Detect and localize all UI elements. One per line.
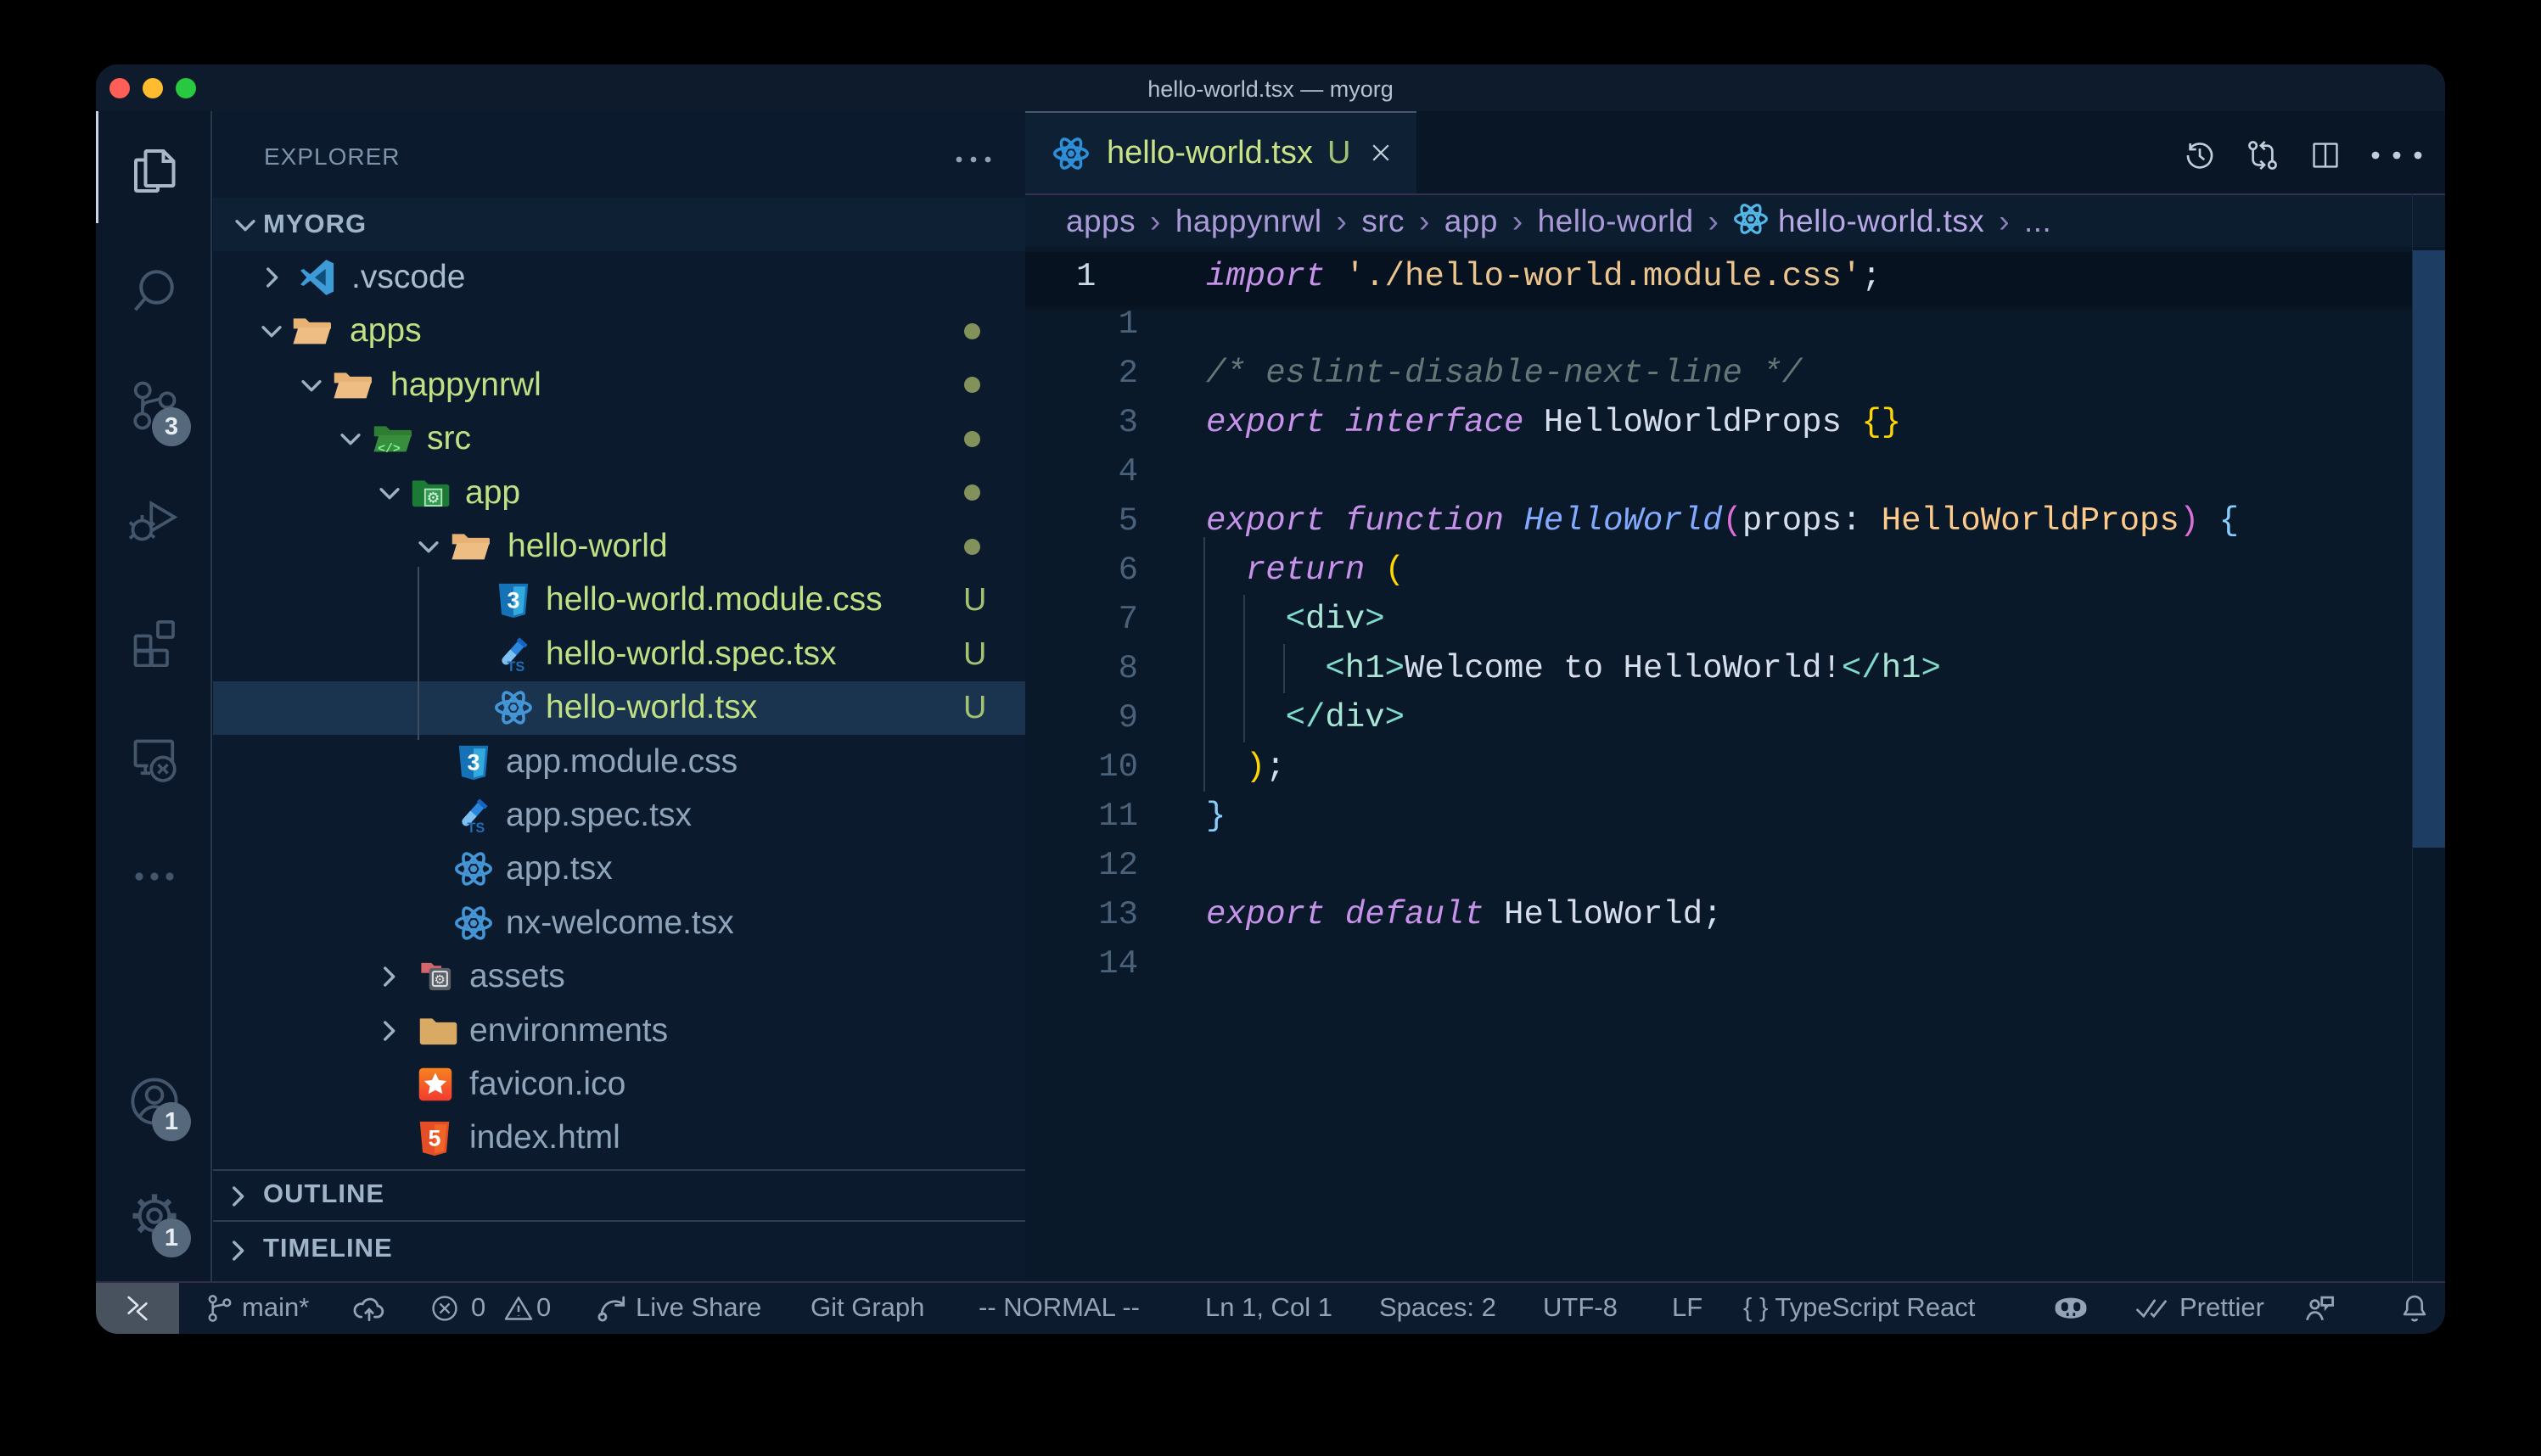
svg-text:3: 3 [508,588,520,613]
svg-text:3: 3 [468,749,480,775]
svg-text:5: 5 [429,1126,441,1151]
svg-text:⚙: ⚙ [427,489,440,506]
svg-text:</>: </> [378,443,401,455]
svg-text:⚙: ⚙ [435,973,446,988]
svg-text:TS: TS [467,820,485,836]
svg-text:TS: TS [507,659,524,675]
